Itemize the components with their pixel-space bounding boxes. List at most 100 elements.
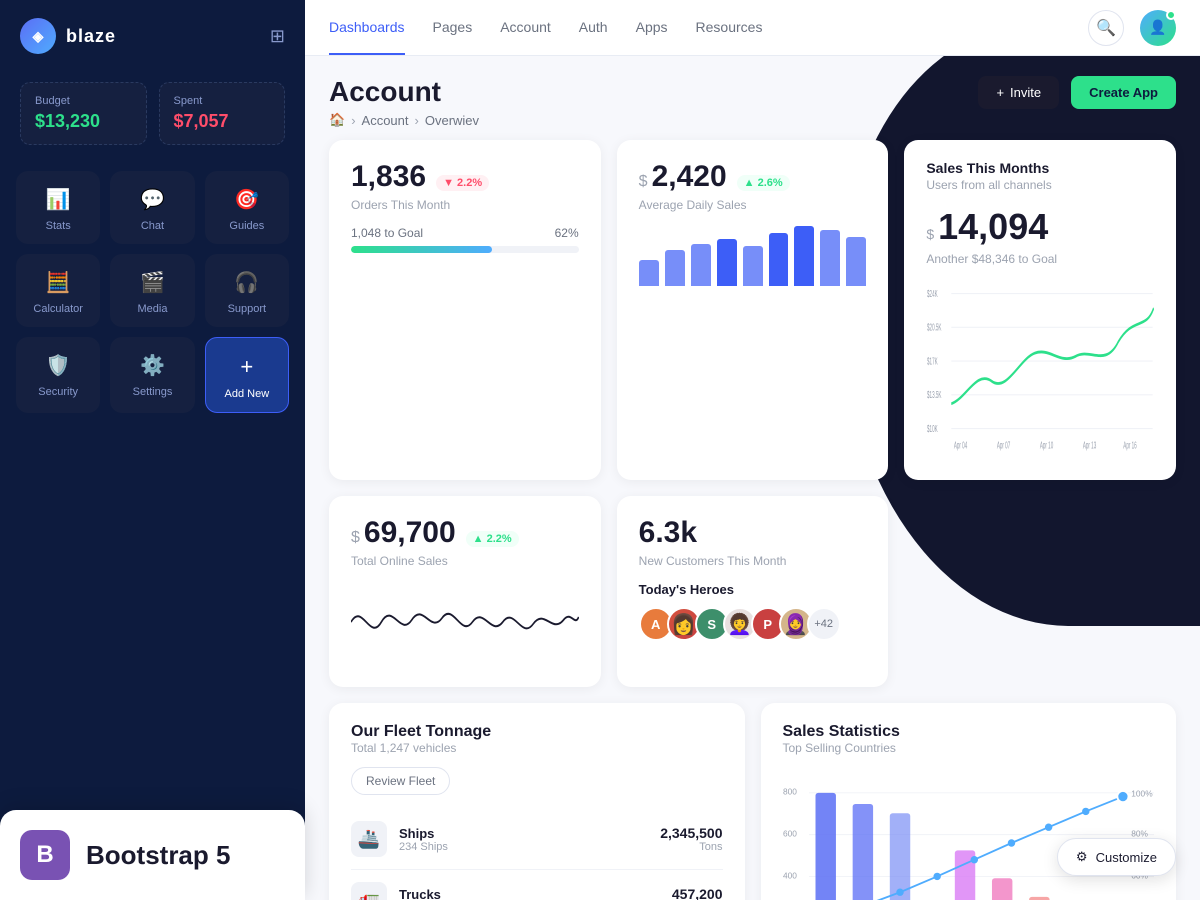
sales-note: Another $48,346 to Goal [926,252,1154,266]
bar-9 [846,237,866,286]
orders-card: 1,836 ▼ 2.2% Orders This Month 1,048 to … [329,140,601,480]
settings-label: Settings [133,386,173,398]
svg-text:100%: 100% [1131,789,1153,799]
page-header-left: Account 🏠 › Account › Overwiev [329,76,479,128]
bootstrap-text: Bootstrap 5 [86,840,230,871]
page-title: Account [329,76,479,108]
sidebar-item-stats[interactable]: 📊 Stats [16,171,100,244]
search-button[interactable]: 🔍 [1088,10,1124,46]
avatar-status-dot [1166,10,1176,20]
bottom-grid: Our Fleet Tonnage Total 1,247 vehicles R… [329,703,1176,900]
avatar-button[interactable]: 👤 [1140,10,1176,46]
daily-sales-badge: ▲ 2.6% [737,175,790,191]
svg-text:80%: 80% [1131,828,1148,838]
online-sales-badge: ▲ 2.2% [466,531,519,547]
chat-icon: 💬 [140,187,165,212]
spent-card: Spent $7,057 [159,82,286,145]
nav-resources[interactable]: Resources [696,1,763,55]
sidebar-header: ◈ blaze ⊞ [0,0,305,72]
bar-3 [691,244,711,286]
bar-8 [820,230,840,286]
sales-dollar: $ [926,226,934,242]
add-label: Add New [225,388,270,400]
bar-7 [794,226,814,286]
new-customers-card: 6.3k New Customers This Month Today's He… [617,496,889,687]
page-actions: + Invite Create App [978,76,1176,109]
ships-unit: Tons [660,841,722,853]
goal-label: 1,048 to Goal [351,226,423,240]
budget-row: Budget $13,230 Spent $7,057 [0,72,305,163]
orders-label: Orders This Month [351,198,579,212]
review-fleet-button[interactable]: Review Fleet [351,767,450,795]
invite-button[interactable]: + Invite [978,76,1059,109]
sidebar-item-media[interactable]: 🎬 Media [110,254,194,327]
nav-pages[interactable]: Pages [433,1,473,55]
support-icon: 🎧 [234,270,259,295]
svg-text:Apr 16: Apr 16 [1124,440,1138,452]
stats-icon: 📊 [46,187,71,212]
daily-sales-chart [639,226,867,286]
bar-6 [769,233,789,286]
breadcrumb-account[interactable]: Account [362,113,409,128]
sidebar-item-calculator[interactable]: 🧮 Calculator [16,254,100,327]
online-sales-label: Total Online Sales [351,554,579,568]
sidebar-item-add-new[interactable]: + Add New [205,337,289,413]
nav-links: Dashboards Pages Account Auth Apps Resou… [329,1,762,55]
media-label: Media [138,303,168,315]
customers-label: New Customers This Month [639,554,867,568]
customize-label: Customize [1096,850,1157,865]
bootstrap-icon: B [20,830,70,880]
svg-text:$17K: $17K [927,355,938,367]
svg-text:$13.5K: $13.5K [927,389,942,401]
nav-apps[interactable]: Apps [636,1,668,55]
orders-badge: ▼ 2.2% [436,175,489,191]
sidebar-item-settings[interactable]: ⚙️ Settings [110,337,194,413]
dollar-prefix: $ [639,173,648,191]
ships-icon: 🚢 [351,821,387,857]
svg-text:Apr 13: Apr 13 [1083,440,1097,452]
guides-label: Guides [229,220,264,232]
nav-account[interactable]: Account [500,1,551,55]
ships-name: Ships [399,826,660,841]
sales-line-chart: $24K $20.5K $17K $13.5K $10K Apr 04 A [926,280,1154,460]
settings-icon: ⚙️ [140,353,165,378]
svg-text:$24K: $24K [927,288,938,300]
heroes-title: Today's Heroes [639,582,867,597]
customize-icon: ⚙ [1076,849,1088,865]
nav-auth[interactable]: Auth [579,1,608,55]
customize-button[interactable]: ⚙ Customize [1057,838,1176,876]
trucks-amount: 457,200 [672,886,723,900]
heroes-count: +42 [807,607,841,641]
trucks-name: Trucks [399,887,672,900]
create-app-button[interactable]: Create App [1071,76,1176,109]
sidebar-item-support[interactable]: 🎧 Support [205,254,289,327]
logo-text: blaze [66,26,116,47]
sales-title: Sales This Months [926,160,1154,176]
ships-amount: 2,345,500 [660,825,722,841]
calculator-icon: 🧮 [46,270,71,295]
fleet-sub: Total 1,247 vehicles [351,741,723,755]
bar-4 [717,239,737,286]
customers-value: 6.3k [639,516,697,550]
fleet-title: Our Fleet Tonnage [351,723,723,741]
sidebar-bottom: B Bootstrap 5 [0,810,305,900]
sidebar-item-security[interactable]: 🛡️ Security [16,337,100,413]
wave-chart [351,582,579,662]
goal-pct: 62% [555,226,579,240]
sidebar-item-chat[interactable]: 💬 Chat [110,171,194,244]
bar-5 [743,246,763,286]
daily-sales-card: $ 2,420 ▲ 2.6% Average Daily Sales [617,140,889,480]
chart-sub: Top Selling Countries [783,741,1155,755]
security-label: Security [38,386,78,398]
topnav-right: 🔍 👤 [1088,10,1176,46]
sales-value: 14,094 [938,206,1048,248]
nav-dashboards[interactable]: Dashboards [329,1,405,55]
svg-text:Apr 04: Apr 04 [954,440,968,452]
svg-text:$10K: $10K [927,423,938,435]
sidebar-item-guides[interactable]: 🎯 Guides [205,171,289,244]
chat-label: Chat [141,220,164,232]
menu-icon[interactable]: ⊞ [270,26,285,47]
orders-value: 1,836 [351,160,426,194]
online-dollar: $ [351,529,360,547]
fleet-row-ships: 🚢 Ships 234 Ships 2,345,500 Tons [351,809,723,870]
